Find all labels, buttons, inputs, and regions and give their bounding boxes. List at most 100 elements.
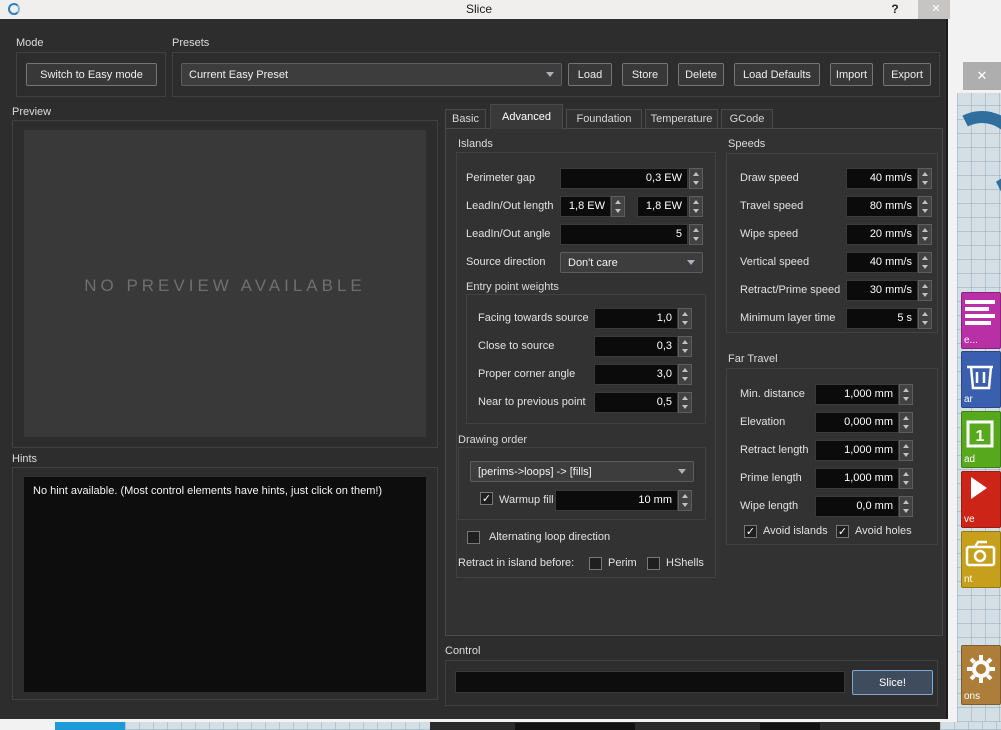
drawing-order-label: Drawing order [458, 434, 527, 446]
min-distance-label: Min. distance [740, 384, 805, 405]
draw-speed-field[interactable]: 40 mm/s [846, 168, 918, 189]
source-direction-combobox[interactable]: Don't care [560, 252, 703, 273]
leadinout-length-spinner-1[interactable] [611, 196, 625, 217]
toolbar-tile-load[interactable]: 1 ad [961, 411, 1001, 468]
import-button[interactable]: Import [830, 63, 873, 86]
toolbar-tile-slice[interactable]: e... [961, 292, 1001, 349]
wipe-speed-label: Wipe speed [740, 224, 798, 245]
near-previous-point-spinner[interactable] [678, 392, 692, 413]
tab-foundation[interactable]: Foundation [566, 109, 642, 129]
travel-speed-spinner[interactable] [918, 196, 932, 217]
chevron-down-icon [546, 72, 554, 77]
toolbar-tile-clear[interactable]: ar [961, 351, 1001, 408]
islands-group-label: Islands [458, 138, 493, 150]
far-travel-group-label: Far Travel [728, 353, 778, 365]
background-close-button[interactable]: ✕ [963, 62, 1001, 90]
trash-icon [965, 359, 995, 396]
save-arrow-icon [971, 477, 987, 499]
switch-to-easy-mode-button[interactable]: Switch to Easy mode [26, 63, 157, 86]
preset-combobox-value: Current Easy Preset [189, 69, 540, 81]
wipe-length-spinner[interactable] [899, 496, 913, 517]
preset-combobox[interactable]: Current Easy Preset [181, 63, 562, 86]
avoid-holes-checkbox[interactable]: ✓ [836, 525, 849, 538]
close-to-source-spinner[interactable] [678, 336, 692, 357]
leadinout-angle-spinner[interactable] [689, 224, 703, 245]
export-button[interactable]: Export [883, 63, 931, 86]
retract-prime-speed-label: Retract/Prime speed [740, 280, 840, 301]
warmup-fill-field[interactable]: 10 mm [555, 490, 678, 511]
min-distance-spinner[interactable] [899, 384, 913, 405]
travel-speed-field[interactable]: 80 mm/s [846, 196, 918, 217]
toolbar-tile-options[interactable]: ons [961, 645, 1001, 705]
drawing-order-combobox[interactable]: [perims->loops] -> [fills] [470, 461, 694, 482]
help-button[interactable]: ? [886, 1, 904, 18]
load-button[interactable]: Load [568, 63, 612, 86]
tab-advanced[interactable]: Advanced [490, 104, 563, 129]
hshells-checkbox[interactable] [647, 557, 660, 570]
wipe-speed-spinner[interactable] [918, 224, 932, 245]
tab-basic[interactable]: Basic [445, 109, 486, 129]
close-to-source-field[interactable]: 0,3 [594, 336, 678, 357]
tile-label: ar [961, 394, 1001, 405]
leadinout-length-spinner-2[interactable] [689, 196, 703, 217]
slice-dialog: Slice ? ✕ Mode Switch to Easy mode Prese… [0, 0, 1001, 730]
draw-speed-spinner[interactable] [918, 168, 932, 189]
leadinout-angle-label: LeadIn/Out angle [466, 224, 550, 245]
retract-prime-speed-spinner[interactable] [918, 280, 932, 301]
perimeter-gap-field[interactable]: 0,3 EW [560, 168, 688, 189]
near-previous-point-field[interactable]: 0,5 [594, 392, 678, 413]
minimum-layer-time-spinner[interactable] [918, 308, 932, 329]
alternating-loop-checkbox[interactable] [467, 531, 480, 544]
background-blue-button[interactable] [55, 722, 125, 730]
avoid-islands-label: Avoid islands [763, 521, 828, 542]
slice-button[interactable]: Slice! [852, 670, 933, 695]
store-button[interactable]: Store [622, 63, 668, 86]
gear-icon [965, 653, 997, 690]
tile-label: e... [961, 335, 1001, 346]
proper-corner-angle-field[interactable]: 3,0 [594, 364, 678, 385]
retract-length-field[interactable]: 1,000 mm [815, 440, 899, 461]
load-defaults-button[interactable]: Load Defaults [734, 63, 820, 86]
retract-prime-speed-field[interactable]: 30 mm/s [846, 280, 918, 301]
retract-length-spinner[interactable] [899, 440, 913, 461]
warmup-fill-spinner[interactable] [678, 490, 692, 511]
facing-towards-source-spinner[interactable] [678, 308, 692, 329]
vertical-speed-spinner[interactable] [918, 252, 932, 273]
proper-corner-angle-spinner[interactable] [678, 364, 692, 385]
close-to-source-label: Close to source [478, 336, 554, 357]
perimeter-gap-spinner[interactable] [689, 168, 703, 189]
elevation-field[interactable]: 0,000 mm [815, 412, 899, 433]
toolbar-tile-print[interactable]: nt [961, 531, 1001, 588]
tab-gcode[interactable]: GCode [721, 109, 773, 129]
title-bar: Slice ? ✕ [0, 0, 958, 19]
perim-checkbox[interactable] [589, 557, 602, 570]
prime-length-field[interactable]: 1,000 mm [815, 468, 899, 489]
mode-group-label: Mode [16, 37, 44, 49]
background-toolbar-button[interactable] [515, 723, 635, 730]
hint-text: No hint available. (Most control element… [33, 485, 382, 497]
leadinout-length-field-2[interactable]: 1,8 EW [637, 196, 688, 217]
leadinout-angle-field[interactable]: 5 [560, 224, 688, 245]
facing-towards-source-field[interactable]: 1,0 [594, 308, 678, 329]
avoid-islands-checkbox[interactable]: ✓ [744, 525, 757, 538]
chevron-down-icon [687, 260, 695, 265]
close-button[interactable]: ✕ [918, 0, 954, 19]
elevation-spinner[interactable] [899, 412, 913, 433]
prime-length-spinner[interactable] [899, 468, 913, 489]
slice-layers-icon [965, 300, 995, 328]
retract-length-label: Retract length [740, 440, 808, 461]
delete-button[interactable]: Delete [678, 63, 724, 86]
vertical-speed-field[interactable]: 40 mm/s [846, 252, 918, 273]
near-previous-point-label: Near to previous point [478, 392, 586, 413]
checkmark-icon: ✓ [838, 526, 847, 538]
tab-temperature[interactable]: Temperature [645, 109, 718, 129]
min-distance-field[interactable]: 1,000 mm [815, 384, 899, 405]
background-toolbar-button[interactable] [760, 723, 820, 730]
leadinout-length-field-1[interactable]: 1,8 EW [560, 196, 611, 217]
load-document-icon: 1 [965, 419, 995, 456]
warmup-fill-checkbox[interactable]: ✓ [480, 492, 493, 505]
wipe-length-field[interactable]: 0,0 mm [815, 496, 899, 517]
wipe-speed-field[interactable]: 20 mm/s [846, 224, 918, 245]
toolbar-tile-save[interactable]: ve [961, 471, 1001, 528]
minimum-layer-time-field[interactable]: 5 s [846, 308, 918, 329]
